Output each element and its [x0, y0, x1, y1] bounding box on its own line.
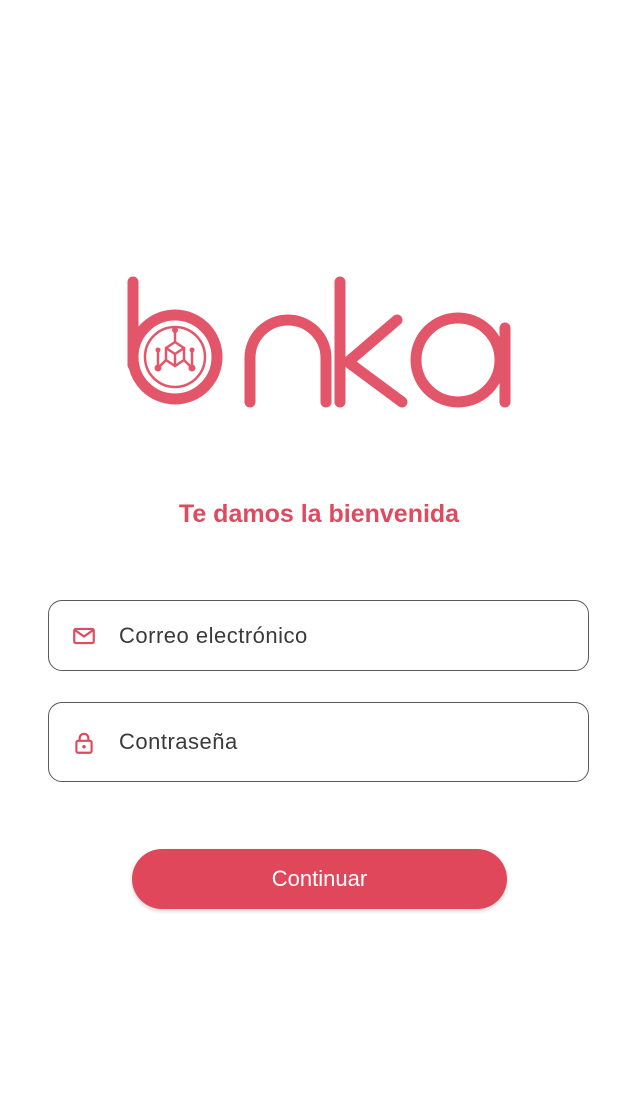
- bnka-logo: [127, 276, 511, 408]
- password-input[interactable]: [119, 703, 559, 781]
- mail-icon: [73, 627, 95, 645]
- lock-icon: [75, 732, 93, 754]
- email-field[interactable]: [48, 600, 589, 671]
- password-field[interactable]: [48, 702, 589, 782]
- welcome-title: Te damos la bienvenida: [178, 500, 460, 528]
- login-screen: Te damos la bienvenida Continuar: [0, 0, 638, 1120]
- email-input[interactable]: [119, 601, 559, 670]
- continue-button[interactable]: Continuar: [132, 849, 507, 909]
